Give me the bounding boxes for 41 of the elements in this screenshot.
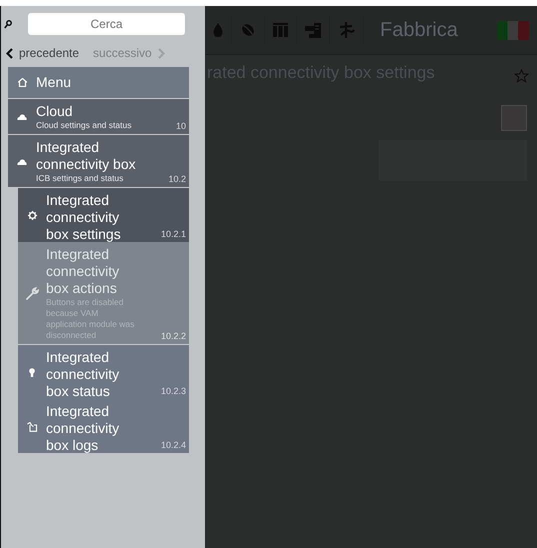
submenu-item-number: 10.2.4 [160, 440, 186, 450]
submenu-item-number: 10.2.2 [160, 331, 186, 341]
menu-item[interactable]: Integrated connectivity box ICB settings and status 10.2 [8, 135, 189, 188]
star-icon[interactable] [514, 69, 529, 83]
menu-item-number: 10 [176, 121, 186, 131]
cloud-icon [17, 158, 27, 164]
submenu-item-title: Integrated connectivity box actions [46, 246, 120, 297]
search-field[interactable]: Cerca [28, 13, 185, 35]
drop-icon[interactable] [213, 23, 223, 37]
submenu-item-number: 10.2.3 [160, 386, 186, 396]
home-icon [18, 78, 26, 87]
submenu-item-title: Integrated connectivity box status [46, 349, 120, 400]
nav-link[interactable]: precedente [19, 46, 80, 60]
cloud-icon [17, 114, 27, 120]
submenu-item[interactable]: Integrated connectivity box logs 10.2.4 [18, 399, 189, 453]
menu-item-number: 10.2 [168, 174, 186, 184]
submenu-item[interactable]: Integrated connectivity box status 10.2.3 [18, 345, 189, 399]
clipboard-icon [26, 422, 38, 432]
coffee-bean-icon[interactable] [240, 22, 256, 38]
columns-icon[interactable] [273, 23, 288, 37]
search-icon [4, 20, 12, 28]
wrench-icon [26, 287, 38, 300]
menu-item-subtitle: ICB settings and status [36, 173, 124, 184]
back-chevron-icon[interactable] [6, 48, 13, 58]
menu-item[interactable]: Cloud Cloud settings and status 10 [8, 99, 189, 135]
header-title: Fabbrica [380, 18, 458, 42]
settings-icon [28, 211, 36, 220]
checkbox[interactable] [501, 105, 527, 131]
submenu-item-number: 10.2.1 [160, 229, 186, 239]
figure-icon[interactable] [338, 22, 355, 38]
menu-item-subtitle: Cloud settings and status [36, 120, 132, 131]
menu-item-title: Menu [36, 74, 72, 91]
menu-item-title: Integrated connectivity box [36, 139, 137, 173]
flag-icon[interactable] [497, 20, 529, 40]
machine-icon[interactable] [305, 22, 321, 38]
lightbulb-icon [29, 368, 35, 378]
menu-item[interactable]: Menu [8, 67, 189, 99]
submenu-item-title: Integrated connectivity box logs [46, 403, 120, 454]
submenu-item[interactable]: Integrated connectivity box settings 10.2.1 [18, 188, 189, 242]
menu-item-title: Cloud [36, 103, 74, 120]
submenu-item-title: Integrated connectivity box settings [46, 192, 122, 243]
